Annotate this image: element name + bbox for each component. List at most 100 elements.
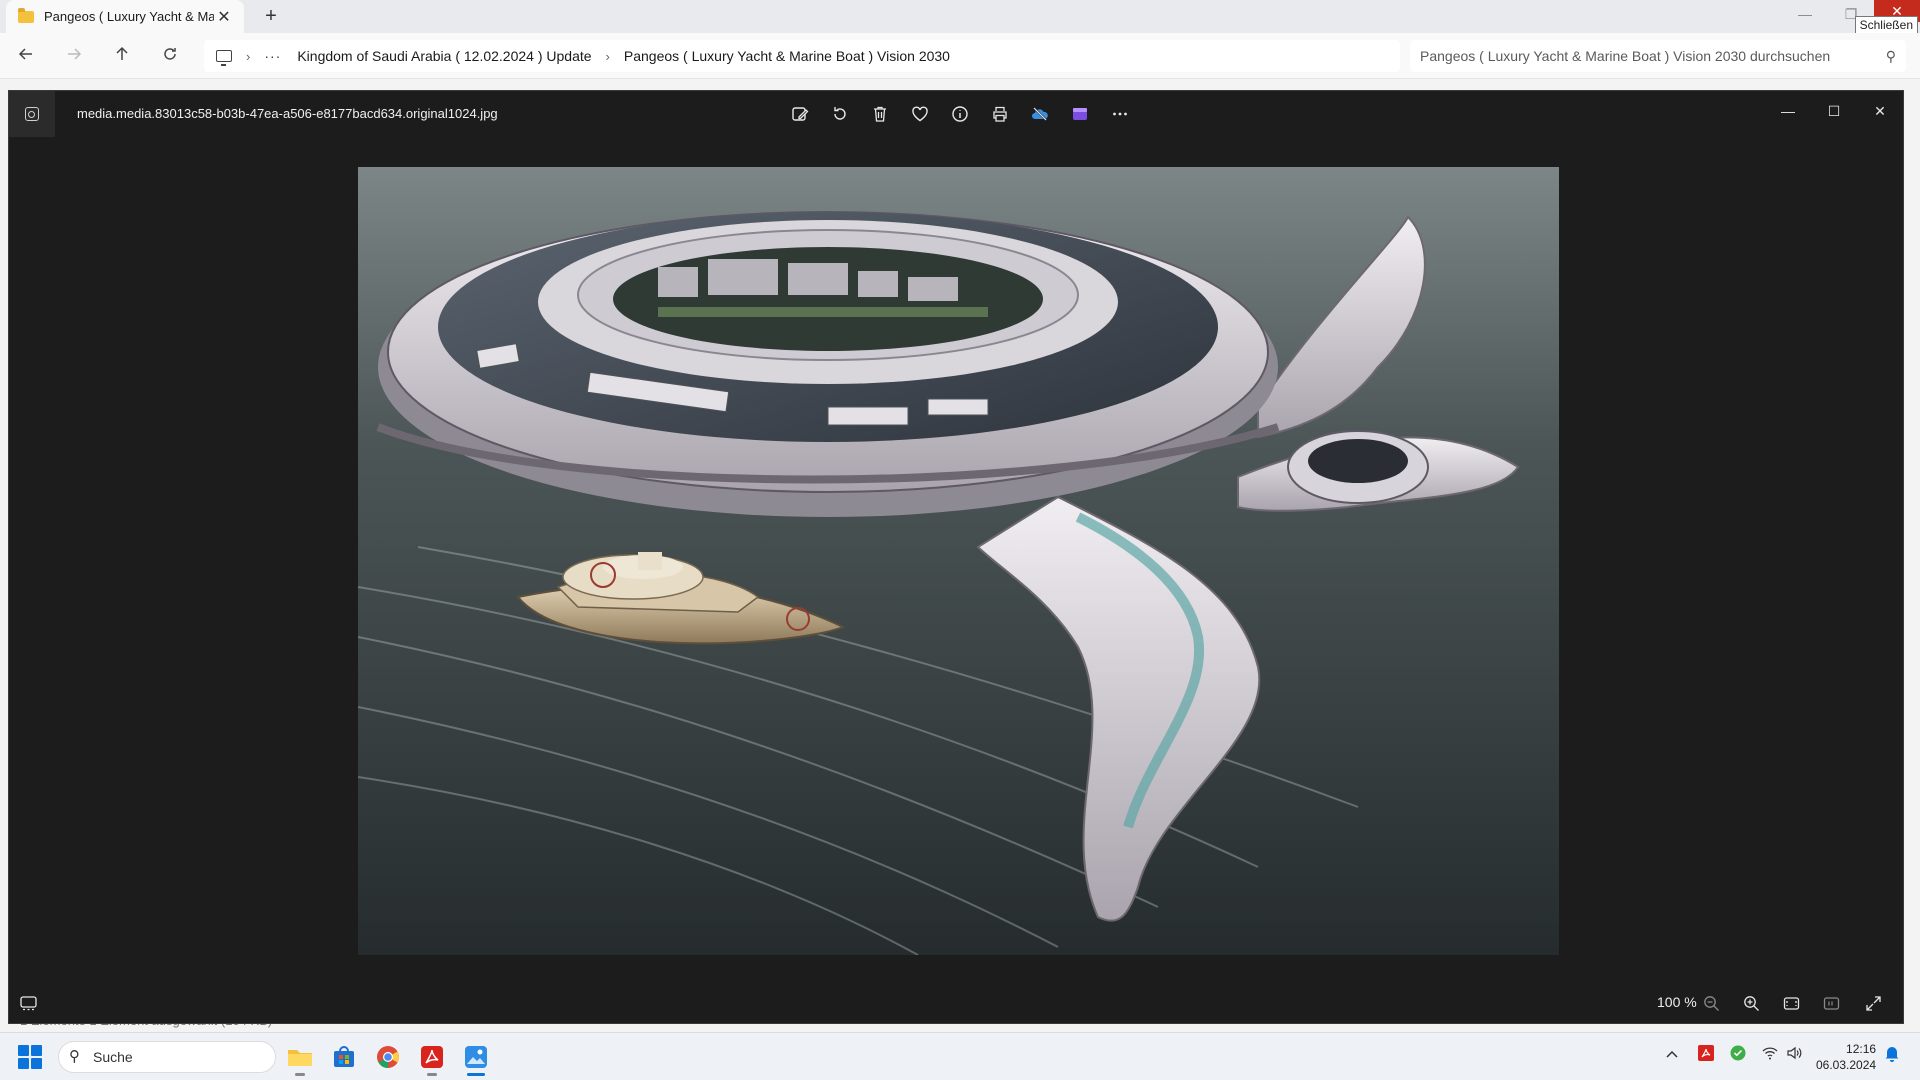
cloud-icon: [1032, 107, 1048, 121]
viewer-title-bar: media.media.83013c58-b03b-47ea-a506-e817…: [9, 91, 1903, 137]
arrow-left-icon: [18, 48, 32, 60]
zoom-out-icon: [1703, 995, 1719, 1011]
breadcrumb-item-current[interactable]: Pangeos ( Luxury Yacht & Marine Boat ) V…: [624, 48, 950, 64]
more-options-button[interactable]: [1107, 101, 1133, 127]
tray-security[interactable]: [1730, 1045, 1746, 1064]
computer-icon: [216, 50, 232, 66]
zoom-level[interactable]: 100 %: [1657, 994, 1697, 1010]
fit-to-window-button[interactable]: [1779, 992, 1803, 1014]
taskbar-chrome[interactable]: [372, 1041, 404, 1073]
taskbar-clock[interactable]: 12:16 06.03.2024: [1816, 1041, 1876, 1073]
folder-search-input[interactable]: Pangeos ( Luxury Yacht & Marine Boat ) V…: [1410, 40, 1906, 72]
image-filename: media.media.83013c58-b03b-47ea-a506-e817…: [77, 106, 498, 121]
zoom-out-button[interactable]: [1699, 992, 1723, 1014]
delete-button[interactable]: [867, 101, 893, 127]
photo-viewer-window: media.media.83013c58-b03b-47ea-a506-e817…: [8, 90, 1904, 1024]
tab-title: Pangeos ( Luxury Yacht & Mari: [44, 9, 214, 24]
print-icon: [993, 106, 1007, 122]
explorer-minimize-button[interactable]: —: [1782, 0, 1828, 30]
breadcrumb-overflow-button[interactable]: ···: [264, 48, 281, 64]
taskbar-photos[interactable]: [460, 1041, 492, 1076]
arrow-up-icon: [116, 46, 128, 60]
clock-date: 06.03.2024: [1816, 1058, 1877, 1072]
edit-icon: [792, 107, 809, 121]
acrobat-tray-icon: [1698, 1045, 1714, 1061]
folder-icon: [288, 1050, 312, 1066]
notifications-button[interactable]: [1884, 1045, 1900, 1065]
new-tab-button[interactable]: +: [258, 4, 284, 30]
rotate-button[interactable]: [827, 101, 853, 127]
show-hidden-icons-button[interactable]: [1666, 1047, 1678, 1062]
viewer-maximize-button[interactable]: ☐: [1811, 97, 1857, 125]
taskbar-microsoft-store[interactable]: [328, 1041, 360, 1073]
up-button[interactable]: [108, 43, 136, 71]
taskbar-search-label: Suche: [93, 1049, 133, 1065]
tray-volume[interactable]: [1786, 1045, 1802, 1064]
clipchamp-icon: [1073, 108, 1087, 120]
breadcrumb-item[interactable]: Kingdom of Saudi Arabia ( 12.02.2024 ) U…: [297, 48, 591, 64]
displayed-photo[interactable]: [358, 167, 1559, 955]
favorite-button[interactable]: [907, 101, 933, 127]
photos-icon: [465, 1046, 487, 1068]
explorer-tab-bar: Pangeos ( Luxury Yacht & Mari ✕ + — ❐ ✕ …: [0, 0, 1920, 34]
info-button[interactable]: [947, 101, 973, 127]
clipchamp-button[interactable]: [1067, 101, 1093, 127]
breadcrumb-separator[interactable]: ›: [606, 49, 610, 64]
actual-size-icon: [1823, 996, 1839, 1010]
windows-logo-icon: [18, 1058, 29, 1069]
running-indicator: [427, 1073, 437, 1076]
edit-image-button[interactable]: [787, 101, 813, 127]
speaker-icon: [1787, 1046, 1802, 1060]
folder-icon: [18, 7, 34, 23]
zoom-in-button[interactable]: [1739, 992, 1763, 1014]
info-icon: [952, 106, 968, 122]
tray-acrobat[interactable]: [1698, 1045, 1714, 1064]
running-indicator: [295, 1073, 305, 1076]
tray-network[interactable]: [1762, 1045, 1778, 1064]
breadcrumb-separator: ›: [246, 48, 251, 64]
expand-icon: [1865, 995, 1881, 1011]
trash-icon: [874, 106, 886, 122]
explorer-nav-bar: › ··· Kingdom of Saudi Arabia ( 12.02.20…: [0, 33, 1920, 79]
active-indicator: [467, 1073, 485, 1076]
search-icon: ⚲: [1885, 48, 1896, 64]
refresh-button[interactable]: [156, 43, 184, 71]
arrow-right-icon: [68, 48, 82, 60]
explorer-tab[interactable]: Pangeos ( Luxury Yacht & Mari ✕: [6, 0, 244, 33]
shield-check-icon: [1730, 1045, 1746, 1061]
photos-icon: [25, 107, 39, 121]
fit-window-icon: [1783, 996, 1799, 1010]
chevron-up-icon: [1666, 1050, 1678, 1058]
rotate-icon: [834, 107, 846, 120]
viewer-close-button[interactable]: ✕: [1857, 97, 1903, 125]
yacht-photo-image: [358, 167, 1559, 955]
wifi-icon: [1762, 1047, 1778, 1060]
photos-app-button[interactable]: [9, 91, 55, 137]
taskbar-search[interactable]: ⚲ Suche: [58, 1041, 276, 1073]
start-button[interactable]: [18, 1045, 42, 1069]
address-bar[interactable]: › ··· Kingdom of Saudi Arabia ( 12.02.20…: [204, 40, 1400, 72]
forward-button[interactable]: [60, 43, 88, 71]
taskbar-acrobat[interactable]: [416, 1041, 448, 1076]
bell-icon: [1885, 1047, 1899, 1062]
filmstrip-toggle-button[interactable]: [17, 993, 39, 1013]
search-icon: ⚲: [69, 1048, 80, 1065]
onedrive-button[interactable]: [1027, 101, 1053, 127]
tab-close-button[interactable]: ✕: [214, 7, 234, 27]
search-placeholder: Pangeos ( Luxury Yacht & Marine Boat ) V…: [1420, 48, 1831, 64]
taskbar: ⚲ Suche 12:16 06.03.2024: [0, 1032, 1920, 1080]
viewer-minimize-button[interactable]: —: [1765, 97, 1811, 125]
store-icon: [334, 1046, 354, 1067]
back-button[interactable]: [12, 43, 40, 71]
fullscreen-button[interactable]: [1861, 992, 1885, 1014]
heart-icon: [912, 106, 928, 122]
refresh-icon: [164, 48, 176, 60]
filmstrip-icon: [19, 995, 37, 1010]
actual-size-button[interactable]: [1819, 992, 1843, 1014]
viewer-toolbar: [787, 101, 1133, 127]
taskbar-file-explorer[interactable]: [284, 1041, 316, 1076]
windows-logo-icon: [18, 1045, 29, 1056]
chrome-icon: [377, 1046, 399, 1068]
print-button[interactable]: [987, 101, 1013, 127]
windows-logo-icon: [31, 1058, 42, 1069]
